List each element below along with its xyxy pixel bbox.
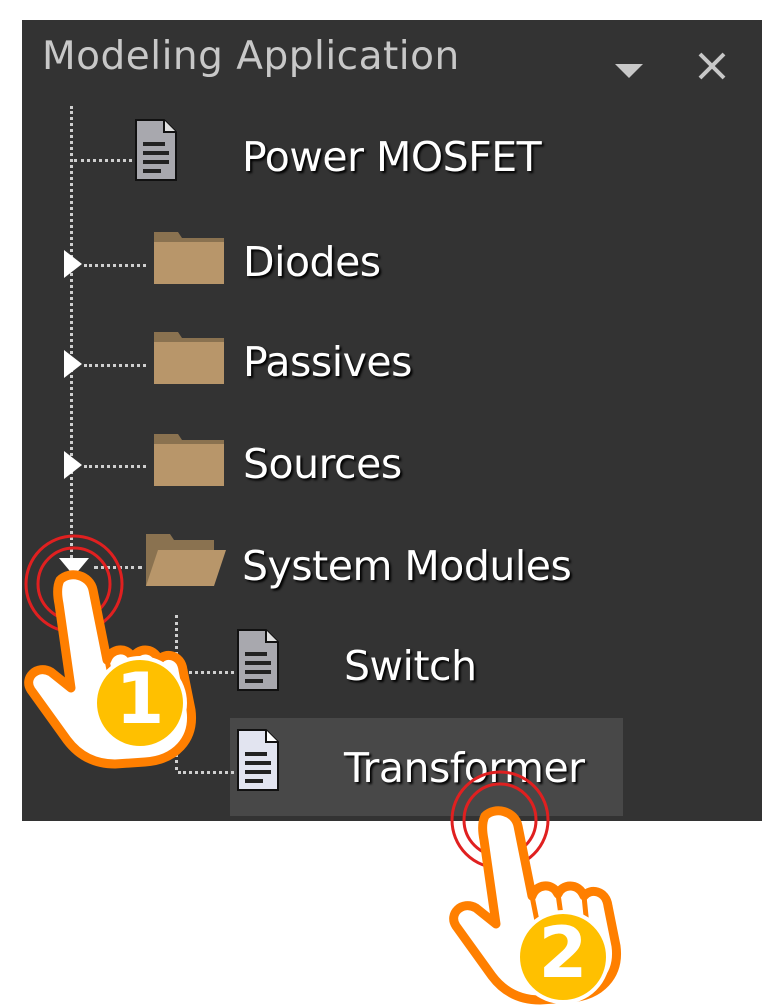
expand-arrow-icon[interactable] <box>64 350 82 378</box>
panel-title-bar: Modeling Application <box>22 20 762 104</box>
tree-item-label: Passives <box>243 338 412 386</box>
tree-item-label: System Modules <box>242 542 572 590</box>
tree-guide-line <box>70 106 73 576</box>
tree-connector <box>84 264 146 267</box>
step-badge-number: 1 <box>115 658 165 740</box>
expand-arrow-icon[interactable] <box>64 250 82 278</box>
tree-connector <box>74 159 132 162</box>
close-icon <box>698 52 726 80</box>
step-badge-2: 2 <box>516 910 610 1004</box>
document-icon <box>135 119 177 181</box>
folder-icon <box>154 434 224 486</box>
panel-menu-button[interactable] <box>607 48 651 92</box>
document-icon <box>237 629 279 691</box>
folder-icon <box>154 232 224 284</box>
tree-connector <box>84 364 146 367</box>
panel-title: Modeling Application <box>42 34 460 79</box>
dropdown-arrow-icon <box>615 64 643 78</box>
tree-item-label: Switch <box>344 642 477 690</box>
step-badge-1: 1 <box>93 656 187 750</box>
step-badge-number: 2 <box>538 912 588 994</box>
tree-item-label: Diodes <box>243 238 381 286</box>
tree-item-label: Sources <box>243 440 402 488</box>
expand-arrow-icon[interactable] <box>64 451 82 479</box>
folder-icon <box>154 332 224 384</box>
panel-close-button[interactable] <box>690 44 734 88</box>
tree-item-label: Power MOSFET <box>242 133 542 181</box>
document-icon <box>237 729 279 791</box>
tree-connector <box>84 465 146 468</box>
tree-connector <box>178 771 234 774</box>
